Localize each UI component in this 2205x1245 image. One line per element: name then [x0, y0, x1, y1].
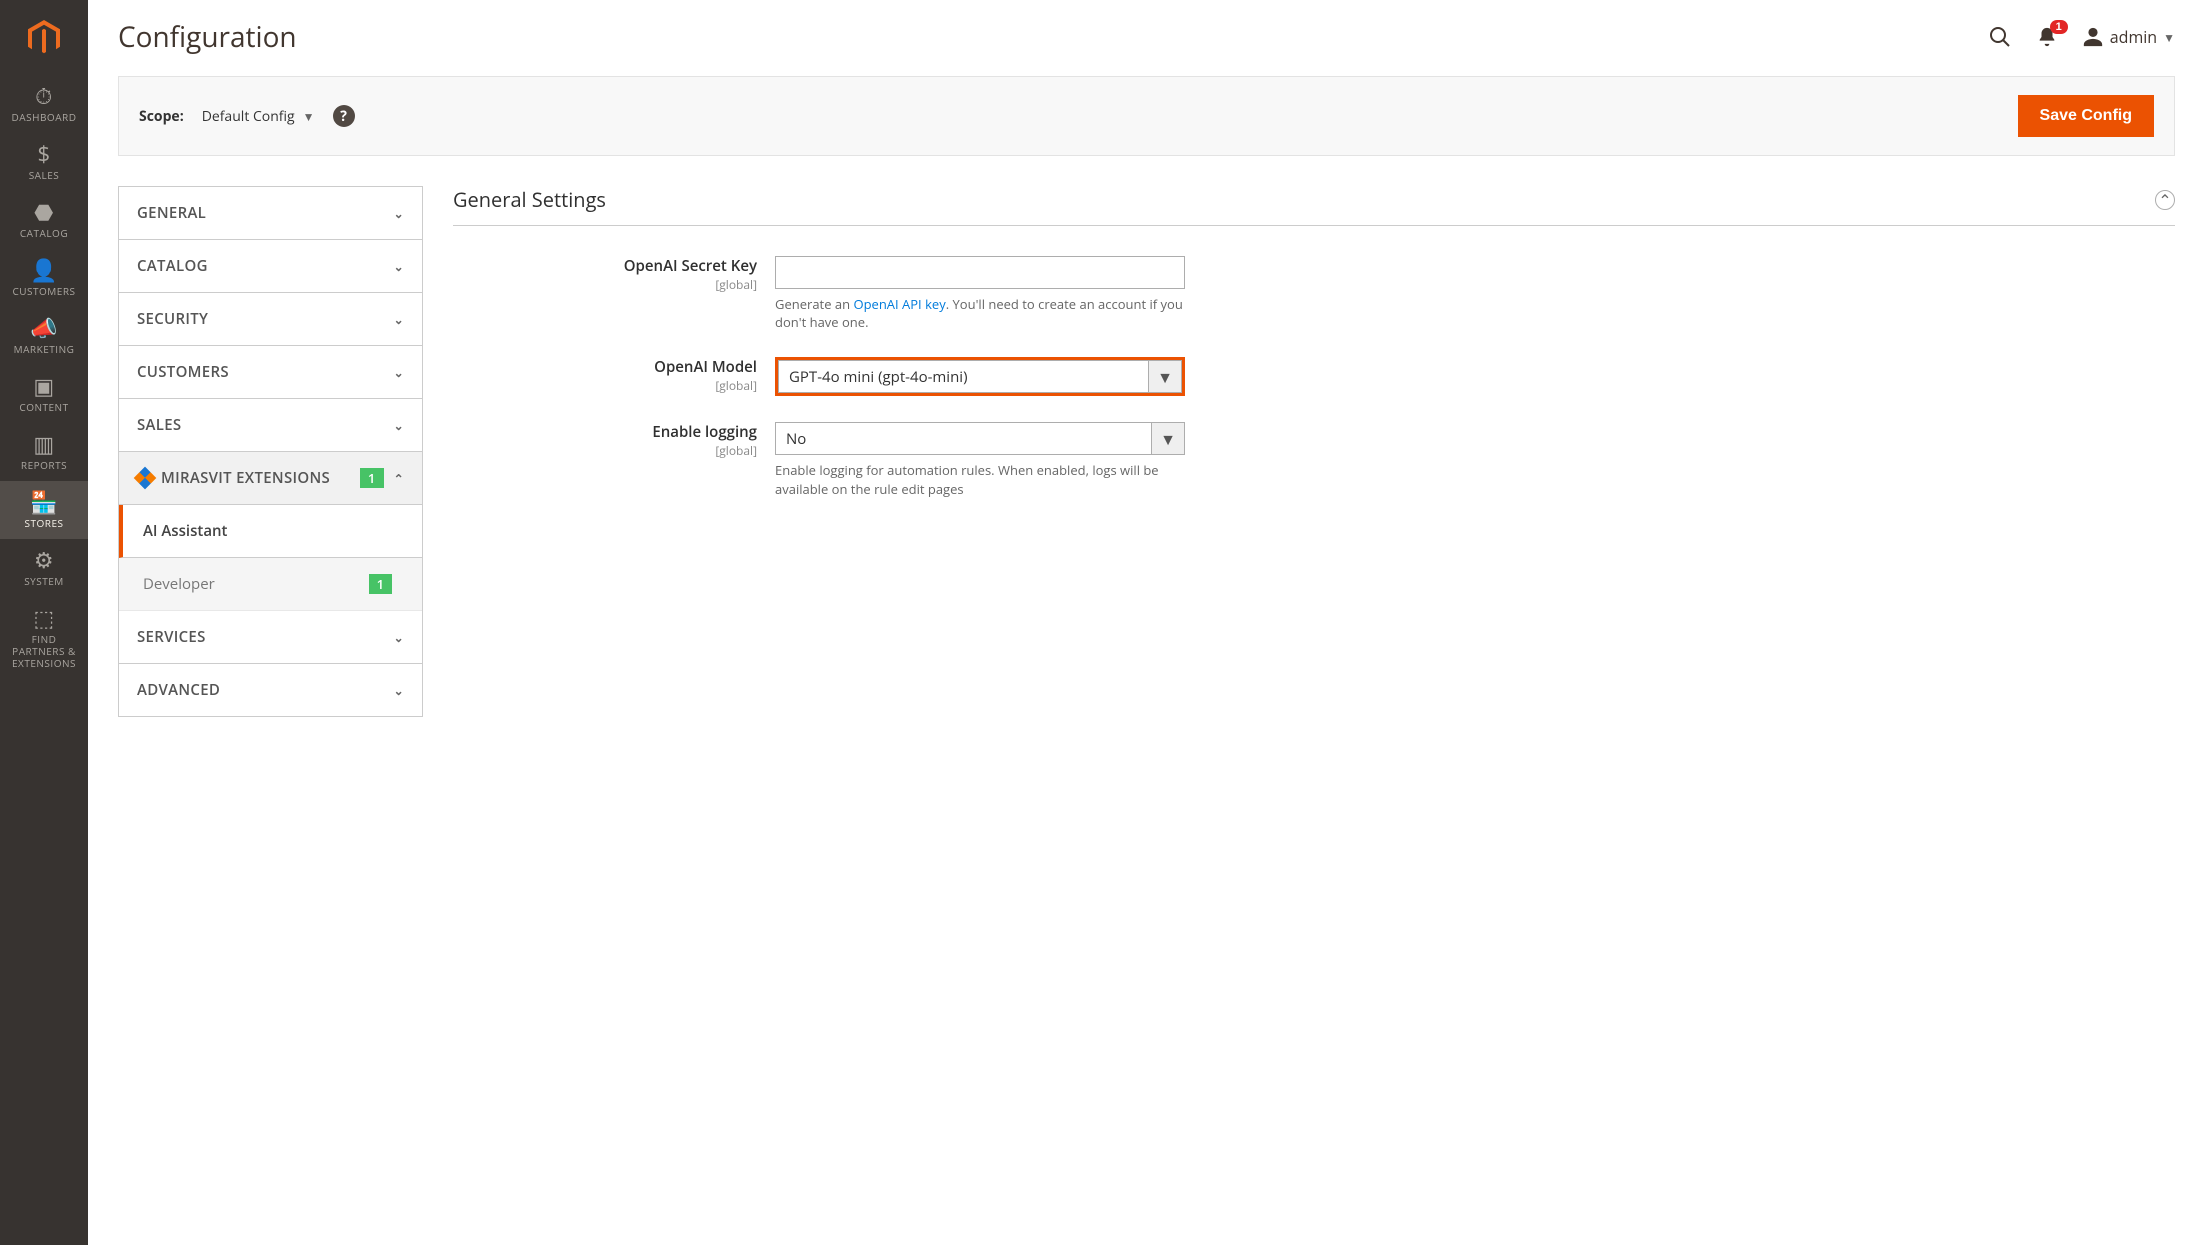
field-scope: [global]: [453, 276, 757, 293]
page-title: Configuration: [118, 18, 297, 56]
tab-services[interactable]: SERVICES⌄: [119, 611, 422, 664]
developer-badge: 1: [369, 574, 392, 594]
person-icon: 👤: [30, 259, 58, 281]
nav-dashboard[interactable]: ⏱DASHBOARD: [0, 75, 88, 133]
nav-stores[interactable]: 🏪STORES: [0, 481, 88, 539]
user-icon: [2082, 26, 2104, 48]
caret-down-icon: ▼: [1152, 422, 1185, 455]
dollar-icon: $: [37, 143, 50, 165]
tab-security[interactable]: SECURITY⌄: [119, 293, 422, 346]
field-label: Enable logging: [453, 422, 757, 442]
chevron-up-icon: ⌃: [2158, 189, 2171, 211]
username: admin: [2110, 26, 2157, 48]
caret-down-icon: ▼: [303, 108, 315, 125]
nav-system[interactable]: ⚙SYSTEM: [0, 539, 88, 597]
notifications-button[interactable]: 1: [2036, 26, 2058, 48]
tab-general[interactable]: GENERAL⌄: [119, 187, 422, 240]
store-icon: 🏪: [30, 491, 58, 513]
field-scope: [global]: [453, 377, 757, 394]
nav-sales[interactable]: $SALES: [0, 133, 88, 191]
search-icon: [1988, 25, 2012, 49]
field-note: Generate an OpenAI API key. You'll need …: [775, 295, 1185, 331]
chevron-down-icon: ⌄: [394, 311, 404, 328]
nav-reports[interactable]: ▥REPORTS: [0, 423, 88, 481]
field-note: Enable logging for automation rules. Whe…: [775, 461, 1185, 497]
bars-icon: ▥: [33, 433, 54, 455]
openai-model-select[interactable]: GPT-4o mini (gpt-4o-mini) ▼: [775, 357, 1185, 396]
chevron-down-icon: ⌄: [394, 364, 404, 381]
chevron-down-icon: ⌄: [394, 258, 404, 275]
scope-bar: Scope: Default Config ▼ ? Save Config: [118, 76, 2175, 156]
box-icon: ⬣: [34, 201, 54, 223]
section-title: General Settings: [453, 186, 606, 213]
layout-icon: ▣: [33, 375, 54, 397]
nav-find-partners[interactable]: ⬚FIND PARTNERS & EXTENSIONS: [0, 597, 88, 679]
scope-selector[interactable]: Default Config ▼: [202, 107, 315, 126]
scope-help[interactable]: ?: [333, 105, 355, 127]
chevron-down-icon: ⌄: [394, 205, 404, 222]
collapse-section-button[interactable]: ⌃: [2155, 190, 2175, 210]
caret-down-icon: ▼: [1149, 360, 1182, 393]
nav-customers[interactable]: 👤CUSTOMERS: [0, 249, 88, 307]
magento-logo[interactable]: [0, 0, 88, 75]
field-openai-model: OpenAI Model [global] GPT-4o mini (gpt-4…: [453, 357, 2175, 396]
config-tabs: GENERAL⌄ CATALOG⌄ SECURITY⌄ CUSTOMERS⌄ S…: [118, 186, 423, 717]
search-button[interactable]: [1988, 25, 2012, 49]
mirasvit-icon: [134, 467, 157, 490]
gear-icon: ⚙: [34, 549, 54, 571]
field-enable-logging: Enable logging [global] No ▼ Enable logg…: [453, 422, 2175, 497]
subtab-ai-assistant[interactable]: AI Assistant: [119, 505, 422, 558]
caret-down-icon: ▼: [2163, 29, 2175, 46]
megaphone-icon: 📣: [30, 317, 58, 339]
notification-badge: 1: [2050, 20, 2068, 34]
admin-sidebar: ⏱DASHBOARD $SALES ⬣CATALOG 👤CUSTOMERS 📣M…: [0, 0, 88, 1245]
mirasvit-badge: 1: [360, 468, 384, 488]
chevron-down-icon: ⌄: [394, 629, 404, 646]
openai-api-key-link[interactable]: OpenAI API key: [853, 295, 945, 313]
field-openai-secret-key: OpenAI Secret Key [global] Generate an O…: [453, 256, 2175, 331]
puzzle-icon: ⬚: [33, 607, 54, 629]
tab-sales[interactable]: SALES⌄: [119, 399, 422, 452]
nav-marketing[interactable]: 📣MARKETING: [0, 307, 88, 365]
save-config-button[interactable]: Save Config: [2018, 95, 2154, 137]
nav-content[interactable]: ▣CONTENT: [0, 365, 88, 423]
chevron-down-icon: ⌄: [394, 682, 404, 699]
field-label: OpenAI Model: [453, 357, 757, 377]
page-header: Configuration 1 admin ▼: [118, 0, 2175, 66]
tab-mirasvit-extensions[interactable]: MIRASVIT EXTENSIONS 1⌃: [119, 452, 422, 505]
scope-label: Scope:: [139, 107, 184, 126]
subtab-developer[interactable]: Developer1: [119, 558, 422, 611]
chevron-up-icon: ⌃: [394, 470, 404, 487]
enable-logging-select[interactable]: No ▼: [775, 422, 1185, 455]
user-menu[interactable]: admin ▼: [2082, 26, 2175, 48]
openai-secret-key-input[interactable]: [775, 256, 1185, 289]
tab-customers[interactable]: CUSTOMERS⌄: [119, 346, 422, 399]
tab-catalog[interactable]: CATALOG⌄: [119, 240, 422, 293]
tab-advanced[interactable]: ADVANCED⌄: [119, 664, 422, 716]
gauge-icon: ⏱: [35, 85, 53, 107]
nav-catalog[interactable]: ⬣CATALOG: [0, 191, 88, 249]
chevron-down-icon: ⌄: [394, 417, 404, 434]
field-scope: [global]: [453, 442, 757, 459]
settings-panel: General Settings ⌃ OpenAI Secret Key [gl…: [453, 186, 2175, 717]
field-label: OpenAI Secret Key: [453, 256, 757, 276]
